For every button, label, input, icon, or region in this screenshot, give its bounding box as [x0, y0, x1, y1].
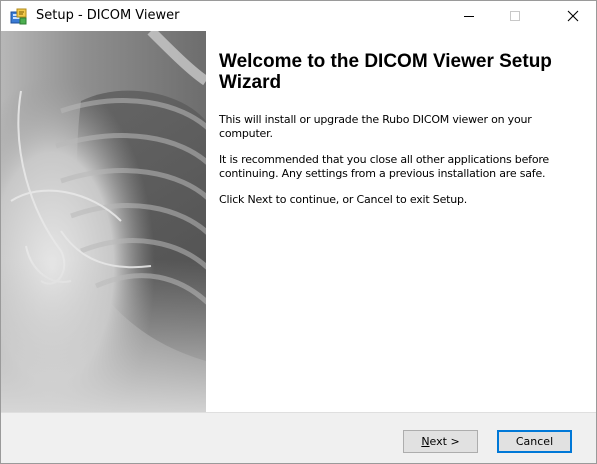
minimize-button[interactable] — [446, 1, 492, 31]
next-button[interactable]: Next > — [403, 430, 478, 453]
setup-wizard-window: Setup - DICOM Viewer Welcome to the DICO… — [0, 0, 597, 464]
welcome-heading: Welcome to the DICOM Viewer Setup Wizard — [219, 51, 552, 93]
close-button[interactable] — [550, 1, 596, 31]
next-cancel-paragraph: Click Next to continue, or Cancel to exi… — [219, 193, 468, 206]
setup-app-icon — [10, 8, 27, 25]
intro-paragraph: This will install or upgrade the Rubo DI… — [219, 113, 532, 140]
close-icon — [567, 10, 579, 22]
welcome-content: Welcome to the DICOM Viewer Setup Wizard… — [219, 51, 584, 207]
next-mnemonic: N — [421, 435, 430, 448]
wizard-side-image-chest-xray — [1, 31, 206, 412]
cancel-button[interactable]: Cancel — [497, 430, 572, 453]
next-label: ext > — [429, 435, 460, 448]
close-apps-paragraph: It is recommended that you close all oth… — [219, 153, 549, 180]
wizard-button-bar: Next > Cancel — [1, 412, 596, 463]
title-bar[interactable]: Setup - DICOM Viewer — [1, 1, 596, 31]
chest-xray-image — [1, 31, 206, 412]
minimize-icon — [464, 15, 474, 17]
window-title: Setup - DICOM Viewer — [36, 8, 180, 23]
maximize-button — [492, 1, 538, 31]
maximize-icon — [510, 11, 520, 21]
